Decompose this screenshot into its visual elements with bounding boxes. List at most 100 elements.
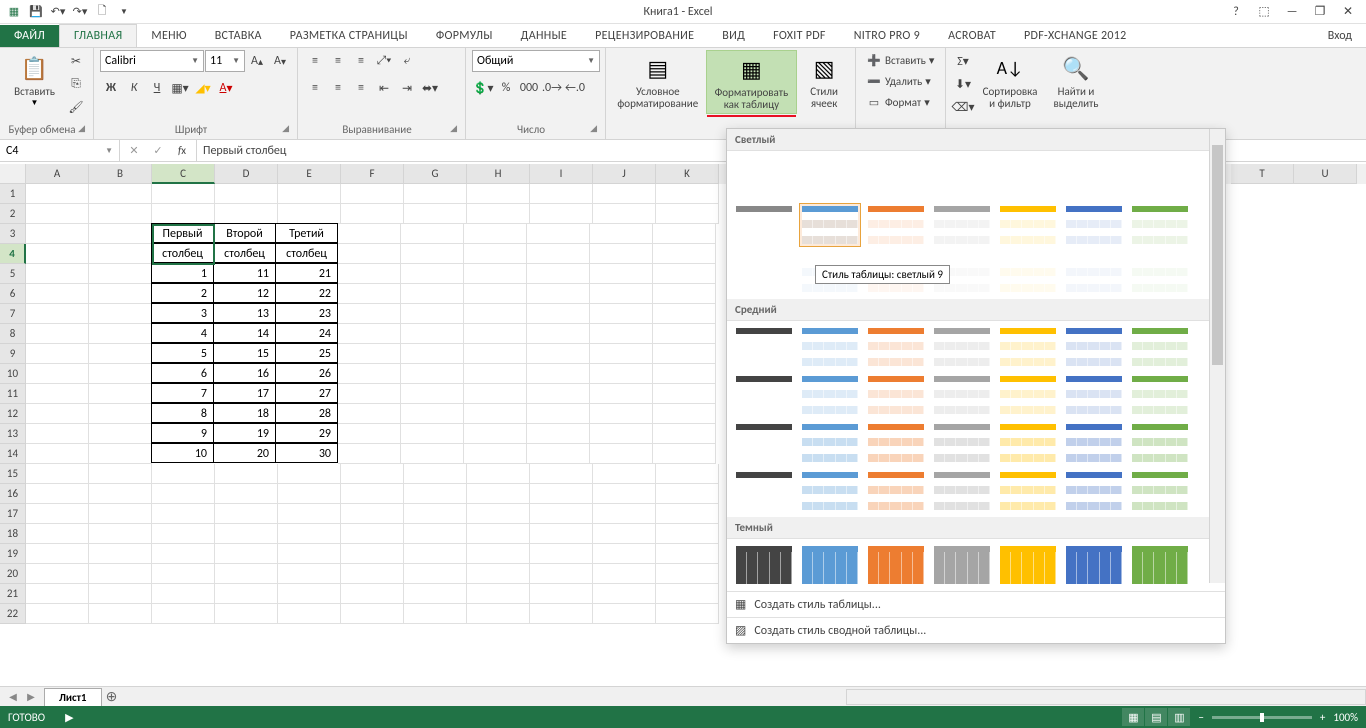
cell[interactable]: [26, 404, 89, 424]
cell[interactable]: [89, 504, 152, 524]
tab-home[interactable]: ГЛАВНАЯ: [59, 24, 137, 47]
cell[interactable]: [341, 564, 404, 584]
cell[interactable]: [527, 364, 590, 384]
table-style-item[interactable]: [997, 373, 1059, 417]
sort-filter-button[interactable]: A↓ Сортировка и фильтр: [976, 50, 1044, 112]
tab-nitro[interactable]: NITRO PRO 9: [840, 25, 934, 47]
border-button[interactable]: ▦▾: [169, 77, 191, 99]
cell[interactable]: [278, 484, 341, 504]
cell[interactable]: [26, 544, 89, 564]
row-header[interactable]: 4: [0, 244, 26, 264]
increase-decimal-icon[interactable]: .0→: [541, 77, 563, 99]
cell[interactable]: [464, 444, 527, 464]
cell[interactable]: [656, 544, 719, 564]
cell[interactable]: 1: [151, 263, 214, 283]
undo-icon[interactable]: ↶▾: [48, 2, 68, 22]
cell[interactable]: [26, 604, 89, 624]
tab-pdfxchange[interactable]: PDF-XChange 2012: [1010, 25, 1141, 47]
cell[interactable]: [89, 544, 152, 564]
table-style-item[interactable]: [865, 469, 927, 513]
col-header[interactable]: J: [593, 164, 656, 184]
cell[interactable]: [338, 364, 401, 384]
cell[interactable]: [401, 404, 464, 424]
tab-review[interactable]: РЕЦЕНЗИРОВАНИЕ: [581, 25, 708, 47]
cell[interactable]: [467, 584, 530, 604]
cell[interactable]: [590, 384, 653, 404]
table-style-item[interactable]: [997, 543, 1059, 587]
table-style-item[interactable]: [997, 203, 1059, 247]
cell[interactable]: [590, 284, 653, 304]
cell[interactable]: [656, 584, 719, 604]
table-style-item[interactable]: [733, 155, 795, 199]
cell[interactable]: столбец: [151, 243, 214, 263]
cell[interactable]: 28: [275, 403, 338, 423]
row-header[interactable]: 11: [0, 384, 26, 404]
cell[interactable]: [527, 224, 590, 244]
cell[interactable]: 27: [275, 383, 338, 403]
cell[interactable]: [341, 584, 404, 604]
cell[interactable]: [401, 224, 464, 244]
cell[interactable]: [653, 404, 716, 424]
table-style-item[interactable]: [931, 373, 993, 417]
italic-button[interactable]: К: [123, 77, 145, 99]
cell[interactable]: [653, 424, 716, 444]
cell[interactable]: [656, 184, 719, 204]
cell[interactable]: [89, 184, 152, 204]
table-style-item[interactable]: [865, 203, 927, 247]
cell[interactable]: [653, 224, 716, 244]
cell[interactable]: [656, 204, 719, 224]
cell[interactable]: [26, 224, 89, 244]
page-layout-view-icon[interactable]: ▤: [1145, 708, 1167, 726]
number-format-combo[interactable]: Общий▼: [472, 50, 600, 72]
cell[interactable]: [656, 484, 719, 504]
cell[interactable]: [590, 424, 653, 444]
cell[interactable]: [401, 424, 464, 444]
cell[interactable]: [467, 524, 530, 544]
table-style-item[interactable]: [1129, 203, 1191, 247]
conditional-formatting-button[interactable]: ▤ Условное форматирование: [612, 50, 704, 112]
cell[interactable]: [26, 444, 89, 464]
cell[interactable]: [89, 424, 152, 444]
cell[interactable]: [89, 464, 152, 484]
col-header[interactable]: B: [89, 164, 152, 184]
cell[interactable]: [464, 304, 527, 324]
table-style-item[interactable]: [733, 203, 795, 247]
cell[interactable]: [152, 464, 215, 484]
cell[interactable]: [26, 424, 89, 444]
orientation-icon[interactable]: ⤢▾: [373, 50, 395, 72]
row-header[interactable]: 20: [0, 564, 26, 584]
table-style-item[interactable]: [799, 421, 861, 465]
cell[interactable]: 11: [213, 263, 276, 283]
cell[interactable]: [656, 464, 719, 484]
cell[interactable]: [338, 324, 401, 344]
cell[interactable]: 22: [275, 283, 338, 303]
cell[interactable]: [464, 244, 527, 264]
cell[interactable]: [278, 584, 341, 604]
col-header[interactable]: E: [278, 164, 341, 184]
zoom-out-button[interactable]: −: [1198, 711, 1203, 724]
fill-icon[interactable]: ⬇▾: [952, 73, 974, 95]
copy-icon[interactable]: ⎘: [65, 73, 87, 95]
cell[interactable]: [26, 464, 89, 484]
col-header[interactable]: C: [152, 164, 215, 184]
table-style-item[interactable]: [865, 543, 927, 587]
cell[interactable]: 25: [275, 343, 338, 363]
cell[interactable]: [527, 404, 590, 424]
signin-link[interactable]: Вход: [1314, 25, 1366, 47]
col-header[interactable]: T: [1231, 164, 1294, 184]
table-style-item[interactable]: [931, 543, 993, 587]
table-style-item[interactable]: [1063, 421, 1125, 465]
table-style-item[interactable]: [799, 203, 861, 247]
cell[interactable]: [338, 264, 401, 284]
cancel-formula-icon[interactable]: ✕: [124, 141, 144, 161]
tab-menu[interactable]: Меню: [137, 25, 200, 47]
cell[interactable]: [215, 564, 278, 584]
new-file-icon[interactable]: 🗋: [92, 2, 112, 22]
table-style-item[interactable]: [1129, 155, 1191, 199]
cell[interactable]: [215, 524, 278, 544]
row-header[interactable]: 1: [0, 184, 26, 204]
bold-button[interactable]: Ж: [100, 77, 122, 99]
cell[interactable]: [338, 304, 401, 324]
cell[interactable]: [215, 544, 278, 564]
cell[interactable]: 19: [213, 423, 276, 443]
